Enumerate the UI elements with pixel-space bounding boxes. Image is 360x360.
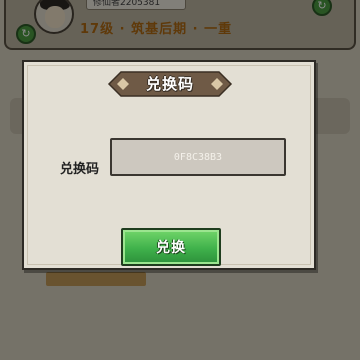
code-field-label: 兑换码 bbox=[60, 162, 100, 177]
dialog-title: 兑换码 bbox=[145, 75, 194, 93]
redeem-code-dialog: 兑换码 兑换码 兑换 bbox=[22, 60, 316, 270]
redeem-button[interactable]: 兑换 bbox=[121, 228, 221, 266]
redeem-code-input[interactable] bbox=[110, 138, 286, 176]
dialog-title-banner: 兑换码 bbox=[107, 70, 233, 98]
